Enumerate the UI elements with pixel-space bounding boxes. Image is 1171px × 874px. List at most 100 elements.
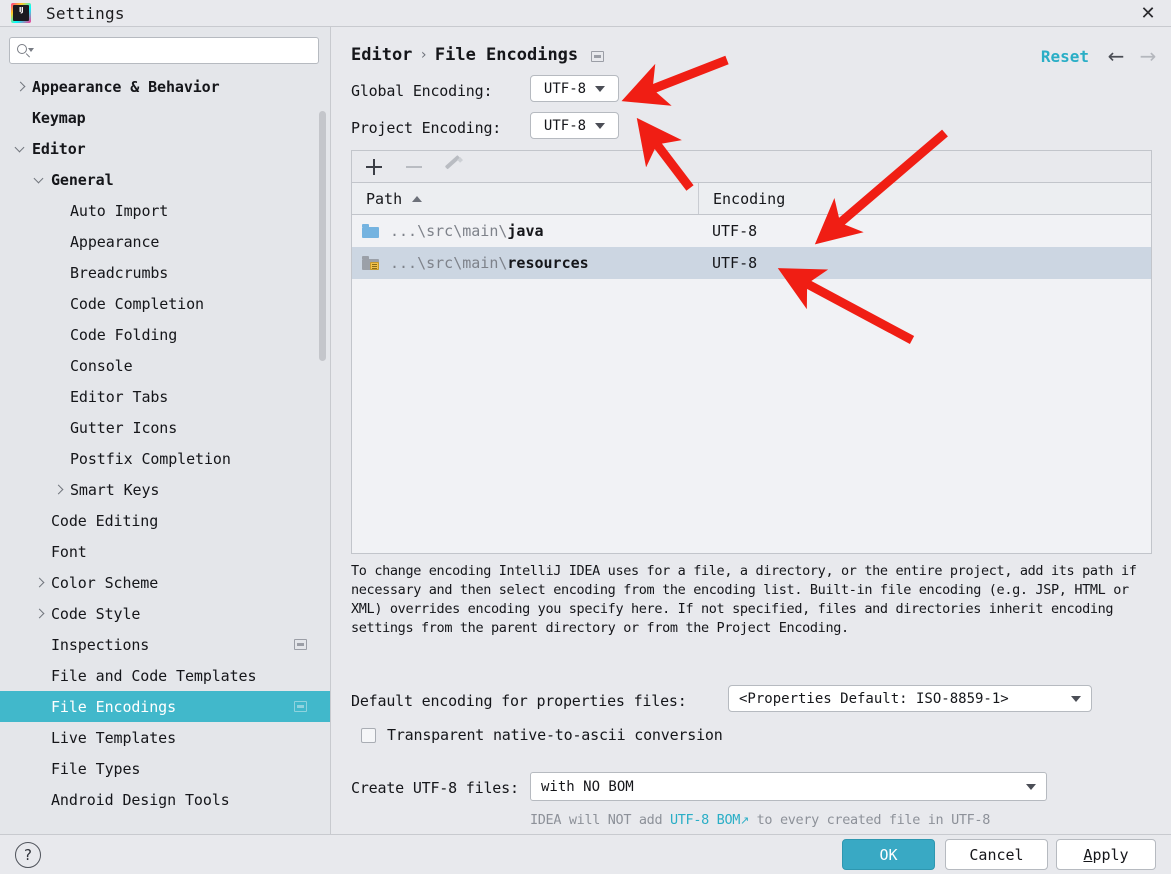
sidebar-item-auto-import[interactable]: Auto Import <box>0 195 330 226</box>
sidebar-item-file-encodings[interactable]: File Encodings <box>0 691 330 722</box>
sidebar-item-keymap[interactable]: Keymap <box>0 102 330 133</box>
chevron-right-icon[interactable] <box>52 483 65 496</box>
sidebar-item-editor-tabs[interactable]: Editor Tabs <box>0 381 330 412</box>
add-path-button[interactable] <box>364 157 384 177</box>
project-scope-badge-icon <box>294 638 307 650</box>
chevron-down-icon[interactable] <box>33 173 46 186</box>
chevron-right-icon[interactable] <box>14 80 27 93</box>
sidebar-item-code-style[interactable]: Code Style <box>0 598 330 629</box>
ok-button[interactable]: OK <box>842 839 935 870</box>
apply-button[interactable]: Apply <box>1056 839 1156 870</box>
sidebar-item-label: Appearance & Behavior <box>32 77 220 96</box>
intellij-idea-logo-icon: IJ <box>11 3 31 23</box>
sidebar-item-label: Code Completion <box>70 294 204 313</box>
remove-path-button <box>404 157 424 177</box>
project-encoding-value: UTF-8 <box>543 117 587 134</box>
global-encoding-dropdown[interactable]: UTF-8 <box>530 75 619 102</box>
sidebar-item-console[interactable]: Console <box>0 350 330 381</box>
sidebar-item-smart-keys[interactable]: Smart Keys <box>0 474 330 505</box>
sidebar-item-android-design-tools[interactable]: Android Design Tools <box>0 784 330 815</box>
sidebar-item-breadcrumbs[interactable]: Breadcrumbs <box>0 257 330 288</box>
sidebar-item-postfix-completion[interactable]: Postfix Completion <box>0 443 330 474</box>
sidebar-item-code-completion[interactable]: Code Completion <box>0 288 330 319</box>
back-arrow-icon[interactable]: ← <box>1105 44 1127 68</box>
breadcrumb-leaf: File Encodings <box>434 45 579 65</box>
sidebar-item-code-editing[interactable]: Code Editing <box>0 505 330 536</box>
chevron-down-icon <box>595 122 606 129</box>
sidebar-item-label: Editor Tabs <box>70 387 169 406</box>
column-header-path[interactable]: Path <box>352 190 698 208</box>
window-titlebar: IJ Settings ✕ <box>0 0 1171 27</box>
table-body: ...\src\main\ java UTF-8 ...\src\main\ resou… <box>352 215 1151 279</box>
properties-encoding-label: Default encoding for properties files: <box>351 692 687 710</box>
sidebar-item-color-scheme[interactable]: Color Scheme <box>0 567 330 598</box>
sidebar-item-label: Postfix Completion <box>70 449 231 468</box>
chevron-down-icon[interactable] <box>14 142 27 155</box>
create-utf8-dropdown[interactable]: with NO BOM <box>530 772 1047 801</box>
apply-rest: pply <box>1092 845 1129 864</box>
sidebar-item-label: File and Code Templates <box>51 666 257 685</box>
sidebar-item-appearance-behavior[interactable]: Appearance & Behavior <box>0 71 330 102</box>
sidebar-item-label: File Types <box>51 759 141 778</box>
breadcrumb-root[interactable]: Editor <box>351 45 412 65</box>
help-button[interactable]: ? <box>15 842 41 868</box>
table-toolbar <box>352 151 1151 183</box>
path-prefix: ...\src\main\ <box>390 254 508 272</box>
checkbox-label: Transparent native-to-ascii conversion <box>387 726 723 744</box>
sidebar-item-font[interactable]: Font <box>0 536 330 567</box>
sidebar-item-label: Breadcrumbs <box>70 263 169 282</box>
search-container <box>0 27 330 64</box>
table-row[interactable]: ...\src\main\ resources UTF-8 <box>352 247 1151 279</box>
external-link-icon[interactable]: ↗ <box>740 814 749 827</box>
sidebar-item-label: Code Style <box>51 604 141 623</box>
column-header-encoding-label: Encoding <box>713 189 786 208</box>
sidebar-item-general[interactable]: General <box>0 164 330 195</box>
column-header-encoding[interactable]: Encoding <box>698 183 1151 214</box>
sidebar-item-inspections[interactable]: Inspections <box>0 629 330 660</box>
sidebar-item-label: Code Editing <box>51 511 159 530</box>
cell-encoding[interactable]: UTF-8 <box>698 254 1151 272</box>
project-encoding-label: Project Encoding: <box>351 119 502 137</box>
search-box[interactable] <box>9 37 319 64</box>
chevron-right-icon[interactable] <box>33 576 46 589</box>
chevron-right-icon[interactable] <box>33 607 46 620</box>
sidebar-item-label: Gutter Icons <box>70 418 178 437</box>
chevron-down-icon <box>1071 695 1081 702</box>
sidebar-item-label: Inspections <box>51 635 150 654</box>
project-scope-badge-icon <box>591 50 605 62</box>
table-row[interactable]: ...\src\main\ java UTF-8 <box>352 215 1151 247</box>
reset-button[interactable]: Reset <box>1041 47 1089 66</box>
cancel-button[interactable]: Cancel <box>945 839 1048 870</box>
close-icon[interactable]: ✕ <box>1125 0 1171 27</box>
project-encoding-dropdown[interactable]: UTF-8 <box>530 112 619 139</box>
transparent-native-to-ascii-checkbox[interactable]: Transparent native-to-ascii conversion <box>361 726 723 744</box>
sidebar-item-code-folding[interactable]: Code Folding <box>0 319 330 350</box>
sidebar-item-file-and-code-templates[interactable]: File and Code Templates <box>0 660 330 691</box>
search-input[interactable] <box>34 42 312 59</box>
sidebar-item-editor[interactable]: Editor <box>0 133 330 164</box>
sidebar-item-gutter-icons[interactable]: Gutter Icons <box>0 412 330 443</box>
breadcrumb: Editor › File Encodings <box>351 45 605 65</box>
sidebar-item-label: Editor <box>32 139 86 158</box>
sidebar-scrollbar[interactable] <box>319 111 326 361</box>
search-icon <box>16 43 34 59</box>
sidebar-item-appearance[interactable]: Appearance <box>0 226 330 257</box>
path-leaf: resources <box>507 254 589 272</box>
bom-help-text: IDEA will NOT add UTF-8 BOM↗ to every cr… <box>530 812 990 828</box>
properties-encoding-dropdown[interactable]: <Properties Default: ISO-8859-1> <box>728 685 1092 712</box>
settings-sidebar: Appearance & Behavior Keymap Editor General… <box>0 27 331 834</box>
utf8-bom-link[interactable]: UTF-8 BOM <box>670 812 740 828</box>
cell-encoding[interactable]: UTF-8 <box>698 222 1151 240</box>
sidebar-item-file-types[interactable]: File Types <box>0 753 330 784</box>
sidebar-item-live-templates[interactable]: Live Templates <box>0 722 330 753</box>
project-scope-badge-icon <box>294 700 307 712</box>
sort-ascending-icon <box>412 195 423 202</box>
